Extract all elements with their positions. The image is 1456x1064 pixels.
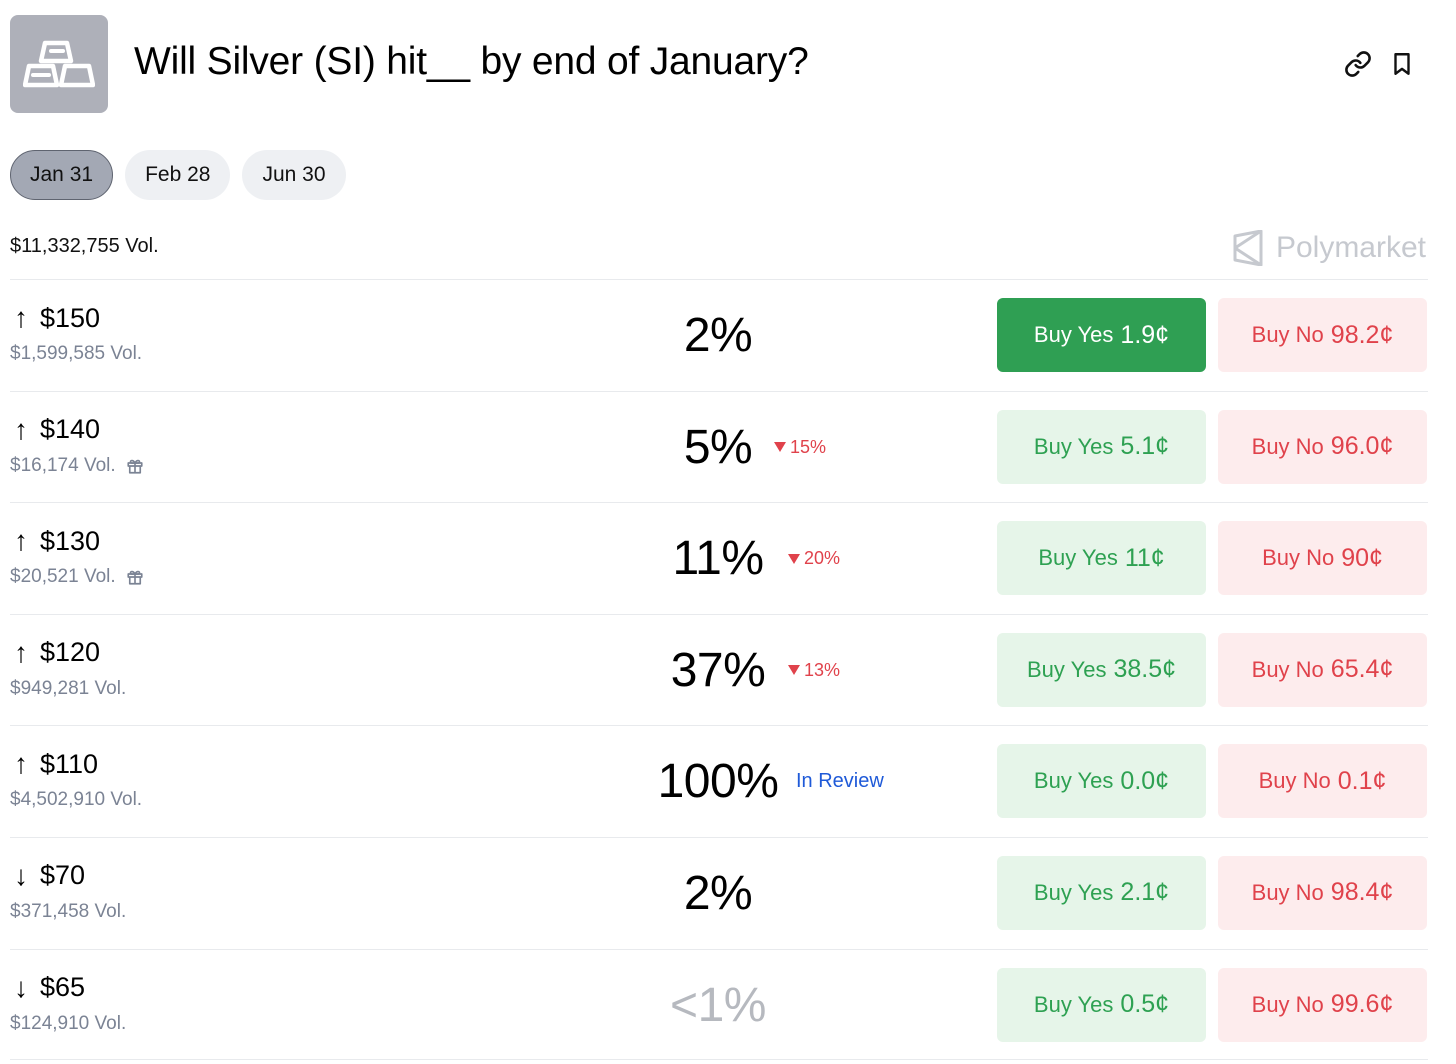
buy-yes-button[interactable]: Buy Yes 38.5¢	[997, 632, 1206, 707]
outcome-volume: $949,281 Vol.	[10, 677, 127, 699]
outcome-price: $130	[40, 525, 101, 556]
arrow-up-icon: ↑	[14, 636, 28, 668]
outcome-volume: $16,174 Vol.	[10, 454, 116, 476]
arrow-down-icon: ↓	[14, 971, 28, 1003]
date-tabs: Jan 31 Feb 28 Jun 30	[10, 150, 346, 200]
arrow-up-icon: ↑	[14, 748, 28, 780]
outcome-volume: $4,502,910 Vol.	[10, 789, 143, 811]
outcome-price: $150	[40, 302, 101, 333]
outcome-volume: $371,458 Vol.	[10, 900, 127, 922]
buy-no-button[interactable]: Buy No 0.1¢	[1218, 744, 1427, 819]
outcome-probability: 37%	[670, 643, 766, 697]
buy-no-button[interactable]: Buy No 98.4¢	[1218, 855, 1427, 930]
buy-yes-button[interactable]: Buy Yes 5.1¢	[997, 409, 1206, 484]
total-volume: $11,332,755 Vol.	[10, 235, 159, 257]
probability-change: 13%	[788, 660, 840, 681]
arrow-down-icon: ↓	[14, 859, 28, 891]
triangle-down-icon	[788, 665, 800, 676]
buy-no-button[interactable]: Buy No 98.2¢	[1218, 298, 1427, 372]
tab-feb-28[interactable]: Feb 28	[125, 150, 231, 200]
outcome-price: $140	[40, 414, 101, 445]
brand-name: Polymarket	[1275, 231, 1426, 264]
buy-yes-button[interactable]: Buy Yes 0.5¢	[997, 967, 1206, 1042]
buy-no-button[interactable]: Buy No 99.6¢	[1218, 967, 1427, 1042]
arrow-up-icon: ↑	[14, 302, 28, 333]
gift-icon[interactable]	[126, 457, 144, 475]
outcome-volume: $1,599,585 Vol.	[10, 343, 143, 364]
polymarket-logo-icon	[1233, 230, 1263, 266]
silver-bars-icon	[10, 15, 108, 113]
in-review-badge: In Review	[796, 770, 884, 793]
buy-yes-button[interactable]: Buy Yes 0.0¢	[997, 744, 1206, 819]
tab-jun-30[interactable]: Jun 30	[242, 150, 346, 200]
arrow-up-icon: ↑	[14, 525, 28, 557]
gift-icon[interactable]	[126, 568, 144, 586]
outcome-price: $110	[40, 748, 99, 779]
probability-change: 15%	[774, 437, 826, 458]
probability-change: 20%	[788, 548, 840, 569]
buy-no-button[interactable]: Buy No 96.0¢	[1218, 409, 1427, 484]
outcome-probability: 2%	[683, 866, 753, 920]
outcome-probability: 11%	[672, 532, 764, 586]
outcome-price: $70	[40, 860, 86, 891]
market-header: Will Silver (SI) hit__ by end of January…	[10, 14, 1436, 114]
link-icon	[1345, 51, 1371, 77]
buy-no-button[interactable]: Buy No 65.4¢	[1218, 632, 1427, 707]
arrow-up-icon: ↑	[14, 413, 28, 445]
outcome-volume: $20,521 Vol.	[10, 566, 116, 588]
link-button[interactable]	[1342, 48, 1374, 80]
outcome-row: ↓ $70 $371,458 Vol. 2% Buy Yes 2.1¢ Buy N…	[10, 836, 1428, 949]
brand-logo: Polymarket	[1232, 230, 1426, 266]
outcome-row: ↓ $65 $124,910 Vol. <1% Buy Yes 0.5¢ Buy …	[10, 948, 1428, 1061]
page-title: Will Silver (SI) hit__ by end of January…	[134, 40, 809, 83]
outcome-row: ↑ $150 $1,599,585 Vol. 2% Buy Yes 1.9¢ Bu…	[10, 279, 1428, 391]
buy-yes-button[interactable]: Buy Yes 11¢	[997, 521, 1206, 596]
outcome-row: ↑ $120 $949,281 Vol. 37% 13% Buy Yes 38.5…	[10, 613, 1428, 726]
outcome-price: $65	[40, 972, 86, 1003]
outcome-probability: <1%	[670, 978, 766, 1032]
outcome-row: ↑ $130 $20,521 Vol. 11% 20% Buy Yes 11¢ B…	[10, 502, 1428, 614]
outcome-price: $120	[40, 637, 101, 668]
triangle-down-icon	[774, 442, 786, 453]
outcome-row: ↑ $110 $4,502,910 Vol. 100% In Review Bu…	[10, 725, 1428, 837]
buy-yes-button[interactable]: Buy Yes 2.1¢	[997, 855, 1206, 930]
triangle-down-icon	[788, 553, 800, 564]
outcome-probability: 5%	[683, 420, 753, 474]
outcome-probability: 2%	[683, 309, 753, 362]
buy-yes-button[interactable]: Buy Yes 1.9¢	[997, 298, 1206, 372]
outcome-row: ↑ $140 $16,174 Vol. 5% 15% Buy Yes 5.1¢ B…	[10, 390, 1428, 503]
bookmark-icon	[1394, 53, 1410, 75]
bookmark-button[interactable]	[1386, 48, 1418, 80]
outcome-probability: 100%	[657, 755, 779, 809]
tab-jan-31[interactable]: Jan 31	[10, 150, 114, 200]
buy-no-button[interactable]: Buy No 90¢	[1218, 521, 1427, 596]
outcome-volume: $124,910 Vol.	[10, 1012, 127, 1034]
outcome-list: ↑ $150 $1,599,585 Vol. 2% Buy Yes 1.9¢ Bu…	[10, 279, 1428, 1061]
